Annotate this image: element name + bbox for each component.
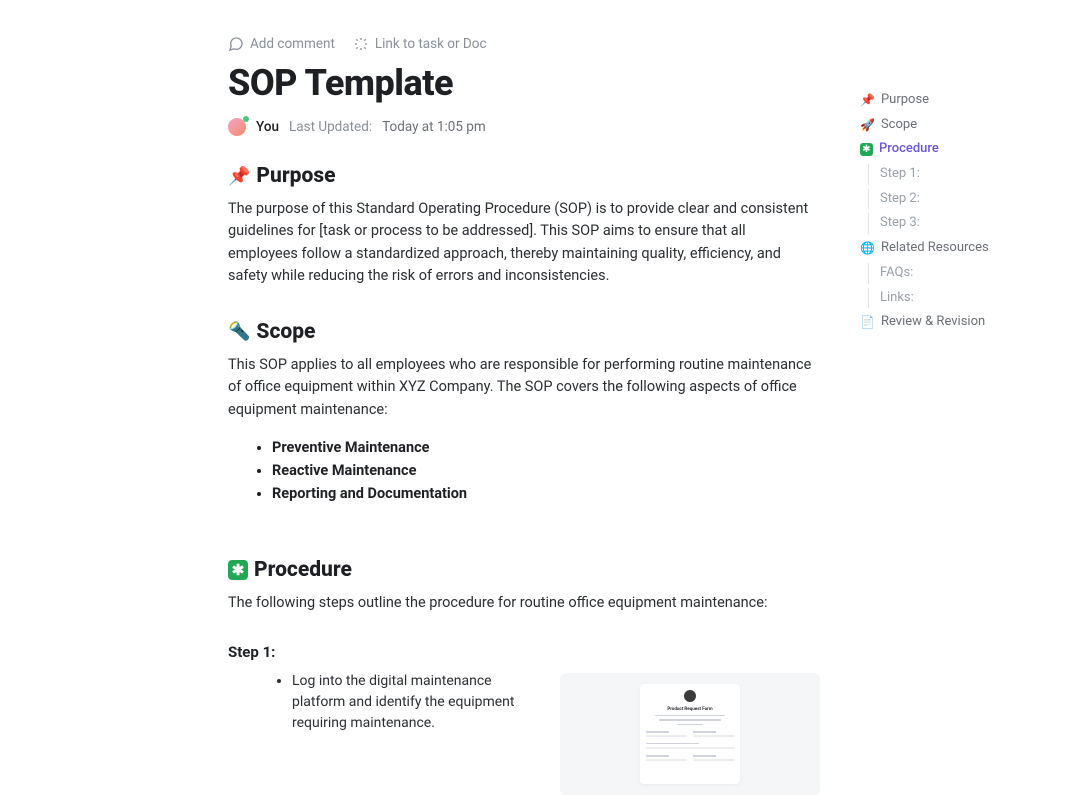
section-heading-procedure: ✱ Procedure	[228, 558, 820, 582]
flashlight-icon: 🔦	[228, 321, 250, 342]
section-heading-purpose: 📌 Purpose	[228, 164, 820, 188]
toc-label: Purpose	[881, 88, 929, 113]
list-item: Preventive Maintenance	[272, 439, 820, 456]
toc-item-scope[interactable]: 🚀 Scope	[860, 113, 989, 138]
avatar[interactable]	[228, 118, 246, 136]
toc-subitem-step2[interactable]: Step 2:	[860, 187, 989, 212]
embed-card: Product Request Form	[640, 684, 740, 784]
toc-label: Related Resources	[881, 236, 989, 261]
purpose-heading-text: Purpose	[256, 164, 335, 188]
toc-item-related-resources[interactable]: 🌐 Related Resources	[860, 236, 989, 261]
asterisk-badge-icon: ✱	[228, 560, 248, 580]
byline: You Last Updated: Today at 1:05 pm	[228, 118, 820, 136]
author-name[interactable]: You	[256, 119, 279, 135]
step-bullets: Log into the digital maintenance platfor…	[228, 671, 530, 734]
pushpin-icon: 📌	[860, 89, 875, 112]
toc-subitem-links[interactable]: Links:	[860, 286, 989, 311]
list-item: Reporting and Documentation	[272, 485, 820, 502]
rocket-icon: 🚀	[860, 114, 875, 137]
scope-heading-text: Scope	[256, 320, 315, 344]
embed-avatar-icon	[684, 690, 696, 702]
section-heading-scope: 🔦 Scope	[228, 320, 820, 344]
link-task-label: Link to task or Doc	[375, 36, 487, 52]
list-item: Reactive Maintenance	[272, 462, 820, 479]
globe-icon: 🌐	[860, 237, 875, 260]
sparkle-icon	[353, 36, 369, 52]
link-task-button[interactable]: Link to task or Doc	[353, 36, 487, 52]
updated-label: Last Updated:	[289, 119, 372, 135]
step-row: Log into the digital maintenance platfor…	[228, 661, 820, 795]
toc-item-procedure[interactable]: ✱ Procedure	[860, 137, 989, 162]
page-title: SOP Template	[228, 62, 820, 104]
purpose-body: The purpose of this Standard Operating P…	[228, 198, 818, 288]
toc-item-review-revision[interactable]: 📄 Review & Revision	[860, 310, 989, 335]
top-actions: Add comment Link to task or Doc	[228, 36, 820, 52]
table-of-contents: 📌 Purpose 🚀 Scope ✱ Procedure Step 1: St…	[860, 0, 989, 786]
add-comment-label: Add comment	[250, 36, 335, 52]
asterisk-badge-icon: ✱	[860, 143, 873, 156]
toc-subitem-step1[interactable]: Step 1:	[860, 162, 989, 187]
page-icon: 📄	[860, 311, 875, 334]
embed-title: Product Request Form	[667, 707, 712, 712]
list-item: Log into the digital maintenance platfor…	[292, 671, 530, 734]
add-comment-button[interactable]: Add comment	[228, 36, 335, 52]
toc-subitem-faqs[interactable]: FAQs:	[860, 261, 989, 286]
toc-subitem-step3[interactable]: Step 3:	[860, 211, 989, 236]
pushpin-icon: 📌	[228, 166, 250, 187]
toc-label: Procedure	[879, 137, 939, 162]
toc-item-purpose[interactable]: 📌 Purpose	[860, 88, 989, 113]
embedded-form-preview[interactable]: Product Request Form	[560, 673, 820, 795]
step-heading: Step 1:	[228, 643, 820, 661]
scope-bullets: Preventive Maintenance Reactive Maintena…	[228, 439, 820, 502]
toc-label: Scope	[881, 113, 917, 138]
procedure-heading-text: Procedure	[254, 558, 352, 582]
scope-body: This SOP applies to all employees who ar…	[228, 354, 818, 421]
document-main: Add comment Link to task or Doc SOP Temp…	[0, 0, 860, 786]
comment-icon	[228, 36, 244, 52]
toc-label: Review & Revision	[881, 310, 985, 335]
updated-value: Today at 1:05 pm	[382, 119, 486, 135]
procedure-body: The following steps outline the procedur…	[228, 592, 818, 614]
